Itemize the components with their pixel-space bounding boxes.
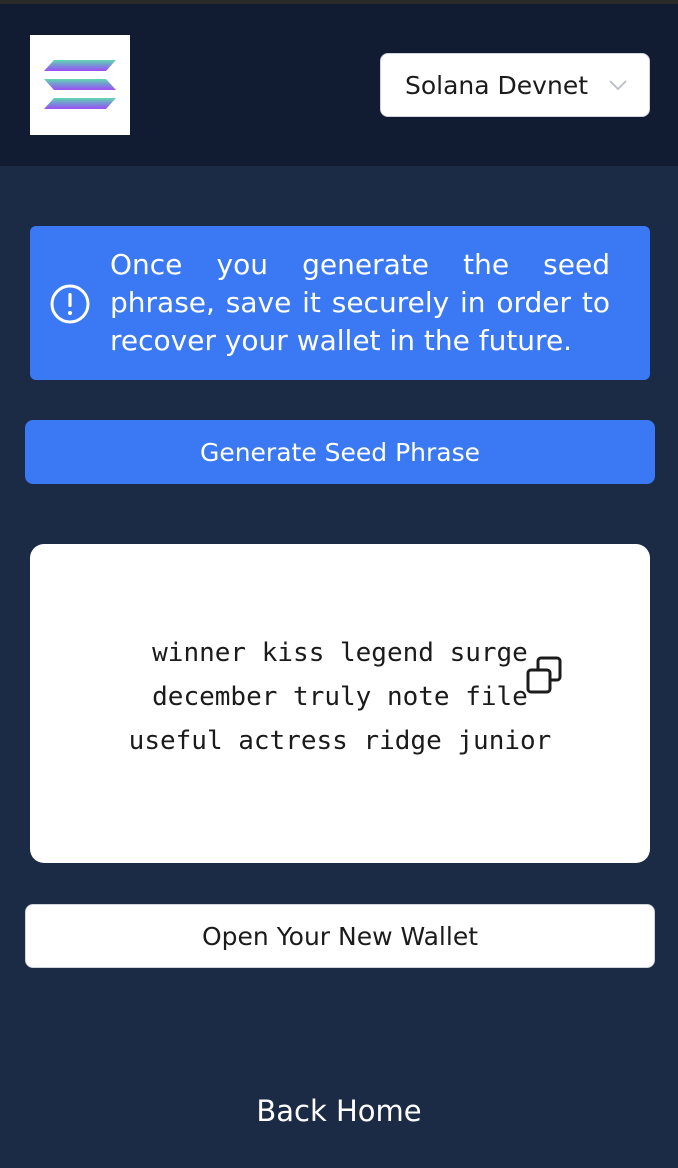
open-new-wallet-button[interactable]: Open Your New Wallet [25,904,655,968]
seed-phrase-line: useful actress ridge junior [128,726,552,756]
info-banner-message: Once you generate the seed phrase, save … [110,248,610,357]
app-header: Solana Devnet [0,4,678,166]
network-select[interactable]: Solana Devnet [380,53,650,117]
info-circle-icon [50,284,90,324]
logo[interactable] [30,35,130,135]
copy-icon[interactable] [525,655,567,697]
back-home-link[interactable]: Back Home [0,1094,678,1128]
info-banner: Once you generate the seed phrase, save … [30,226,650,380]
network-select-value: Solana Devnet [405,70,588,100]
seed-phrase-card: winner kiss legend surge december truly … [30,544,650,863]
generate-seed-phrase-button[interactable]: Generate Seed Phrase [25,420,655,484]
seed-phrase-text[interactable]: winner kiss legend surge december truly … [30,631,650,763]
solana-logo-icon [44,60,116,109]
chevron-down-icon [609,80,627,91]
